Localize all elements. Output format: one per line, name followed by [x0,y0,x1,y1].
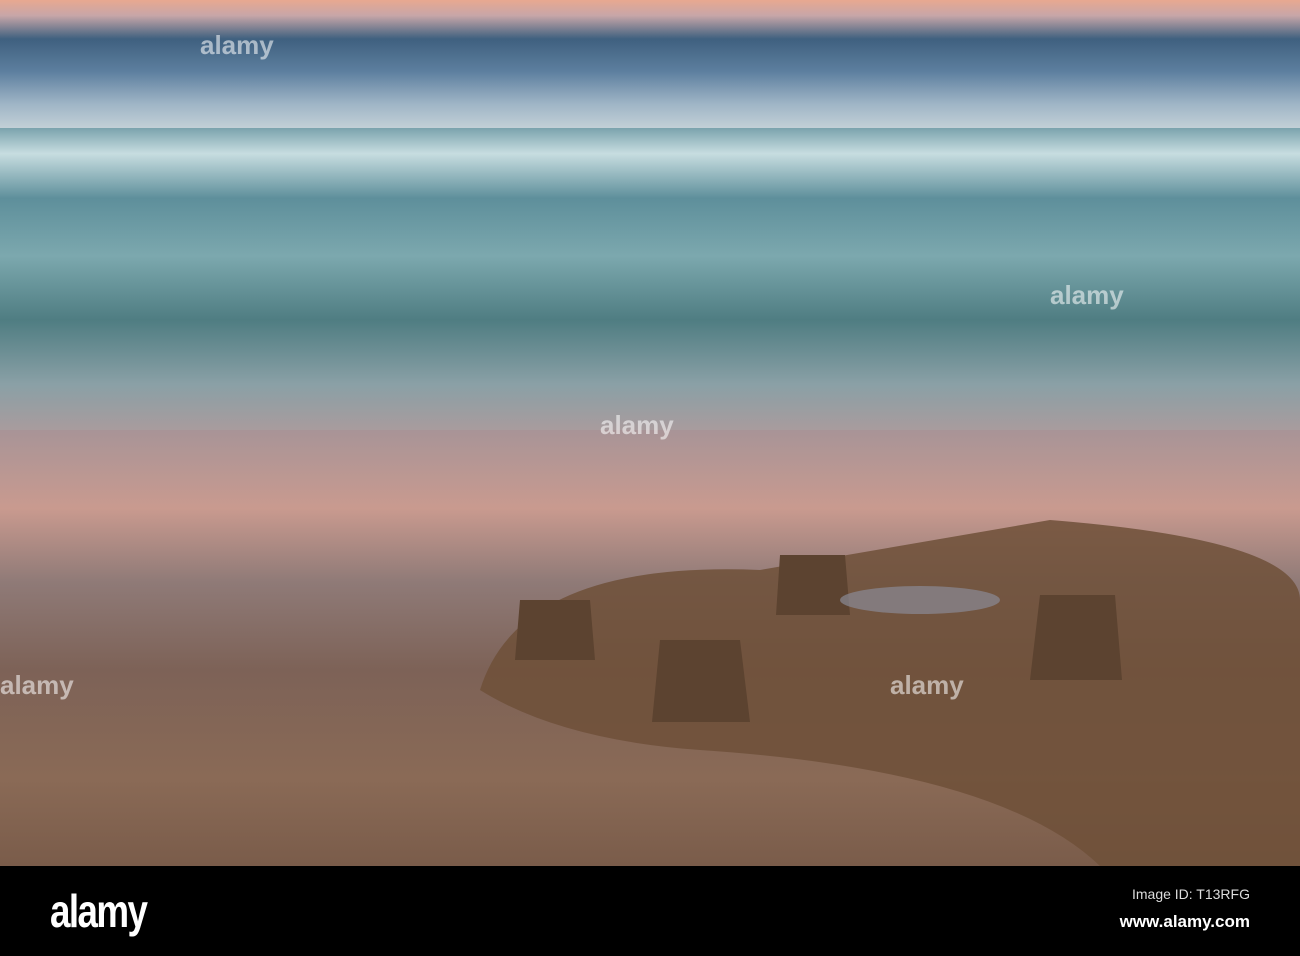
beach-sandcastle-photo: alamy alamy alamy alamy alamy [0,0,1300,866]
watermark: alamy [890,670,964,700]
watermark: alamy [1050,280,1124,310]
watermark: alamy [0,670,74,700]
footer-bar: alamy Image ID: T13RFG www.alamy.com [0,866,1300,956]
image-id: Image ID: T13RFG [1131,886,1250,902]
watermark: alamy [600,410,674,440]
alamy-logo[interactable]: alamy [50,884,148,938]
site-url[interactable]: www.alamy.com [1120,912,1250,932]
watermark: alamy [200,30,274,60]
